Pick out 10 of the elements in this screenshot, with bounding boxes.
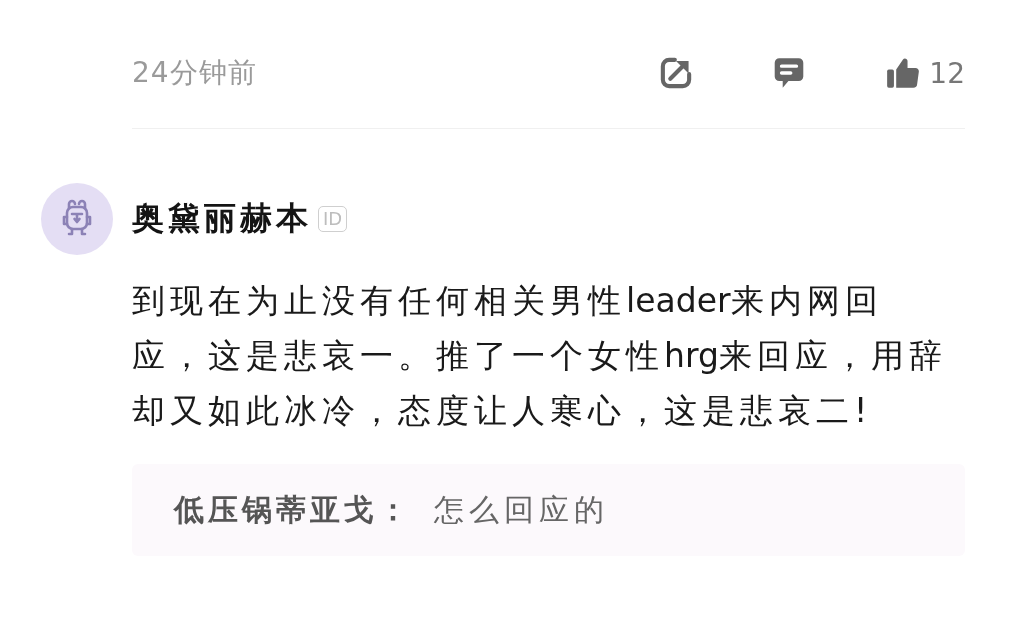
timestamp: 24分钟前 — [132, 55, 257, 91]
thumbs-up-icon — [886, 56, 921, 90]
author-name[interactable]: 奥黛丽赫本 — [132, 197, 312, 241]
reply-author[interactable]: 低压锅蒂亚戈： — [174, 489, 412, 531]
reply-text: 怎么回应的 — [434, 490, 609, 529]
share-icon[interactable] — [660, 57, 693, 89]
avatar-icon[interactable] — [41, 183, 113, 255]
like-button[interactable]: 12 — [886, 56, 965, 90]
id-badge: ID — [318, 206, 348, 232]
comment-icon[interactable] — [773, 57, 806, 89]
